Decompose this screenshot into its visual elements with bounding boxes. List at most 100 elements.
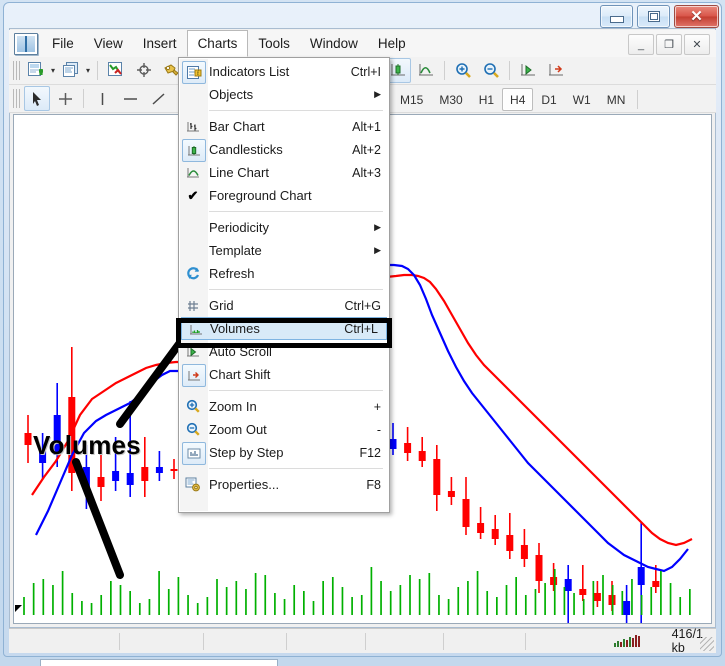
menu-item-label: Volumes [210,321,260,336]
menu-item-label: Step by Step [209,445,284,460]
menu-item-indicators-list[interactable]: f Indicators List Ctrl+I [179,60,389,84]
window-close-button[interactable]: ✕ [674,5,719,28]
profiles-icon[interactable] [59,58,85,83]
mdi-close-button[interactable]: ✕ [684,34,710,55]
metatrader-window: ✕ File View Insert Charts Tools Window H… [0,0,725,666]
profiles-dropdown-caret[interactable]: ▾ [86,66,90,75]
menu-item-label: Grid [209,298,234,313]
indicators-list-icon: f [182,61,206,84]
menu-item-zoom-out[interactable]: Zoom Out - [179,418,389,441]
line-chart-icon[interactable] [413,58,439,83]
menu-separator [209,211,383,212]
toolbar-grip[interactable] [13,61,20,80]
menu-item-accel: Alt+3 [352,165,381,180]
menu-tools[interactable]: Tools [248,30,300,57]
menu-separator [209,390,383,391]
crosshair-icon[interactable] [131,58,157,83]
window-minimize-button[interactable] [600,5,633,28]
menu-charts[interactable]: Charts [186,30,249,57]
bar-chart-icon [182,116,204,137]
status-cell-3 [204,632,287,650]
timeframe-h4[interactable]: H4 [502,88,534,111]
menu-window[interactable]: Window [300,30,368,57]
menu-item-label: Zoom Out [209,422,267,437]
menu-item-step-by-step[interactable]: Step by Step F12 [179,441,389,465]
menu-item-auto-scroll[interactable]: Auto Scroll [179,340,389,363]
menu-help[interactable]: Help [368,30,416,57]
status-cell-6 [444,632,526,650]
menu-item-template[interactable]: Template ▶ [179,239,389,262]
chart-shift-icon [182,364,206,387]
grid-icon [182,295,204,316]
line-chart-icon [182,162,204,183]
trendline-icon[interactable] [145,86,171,111]
menu-item-label: Objects [209,87,254,102]
status-bar: 416/1 kb [9,627,716,655]
menu-item-volumes[interactable]: Volumes Ctrl+L [181,317,387,340]
menu-item-accel: F8 [366,477,381,492]
zoom-in-icon[interactable] [450,58,476,83]
submenu-arrow-icon: ▶ [374,89,381,99]
new-chart-dropdown-caret[interactable]: ▾ [51,66,55,75]
annotation-label: Volumes [33,430,141,460]
maximize-icon [647,11,660,22]
refresh-icon [182,263,204,284]
chart-corner-marker [15,605,22,612]
menu-item-accel: F12 [359,445,381,460]
vertical-line-icon[interactable] [89,86,115,111]
menu-insert[interactable]: Insert [133,30,187,57]
mdi-restore-button[interactable]: ❐ [656,34,682,55]
menu-item-accel: - [376,422,381,437]
menu-item-bar-chart[interactable]: Bar Chart Alt+1 [179,115,389,138]
cursor-icon[interactable] [24,86,50,111]
timeframe-mn[interactable]: MN [599,88,634,111]
menu-item-grid[interactable]: Grid Ctrl+G [179,294,389,317]
toolbar-separator-5 [637,90,639,109]
new-chart-icon[interactable] [24,58,50,83]
toolbar-separator [97,61,99,80]
zoom-in-icon [182,396,204,417]
menu-item-label: Periodicity [209,220,269,235]
zoom-out-icon [182,419,204,440]
toolbar-separator-3 [509,61,511,80]
menu-item-periodicity[interactable]: Periodicity ▶ [179,216,389,239]
timeframe-d1[interactable]: D1 [533,88,564,111]
menu-item-accel: Alt+1 [352,119,381,134]
checkmark-icon: ✔ [187,187,199,203]
horizontal-line-icon[interactable] [117,86,143,111]
menu-item-accel: Ctrl+I [350,64,381,79]
menu-item-label: Properties... [209,477,280,492]
resize-grip-icon[interactable] [700,637,714,651]
mdi-minimize-button[interactable]: _ [628,34,654,55]
menu-item-accel: + [373,399,381,414]
auto-scroll-icon[interactable] [515,58,541,83]
timeframe-m30[interactable]: M30 [431,88,470,111]
menu-file[interactable]: File [42,30,84,57]
timeframe-h1[interactable]: H1 [471,88,502,111]
timeframe-m15[interactable]: M15 [392,88,431,111]
candlestick-icon [182,139,206,162]
taskbar-peek [40,659,278,666]
menu-item-accel: Ctrl+G [344,298,381,313]
title-bar: ✕ [0,0,725,30]
window-maximize-button[interactable] [637,5,670,28]
toolbar-grip-3[interactable] [13,89,20,108]
indicators-icon[interactable] [103,58,129,83]
window-controls: ✕ [600,5,719,28]
chart-shift-icon[interactable] [543,58,569,83]
menu-item-line-chart[interactable]: Line Chart Alt+3 [179,161,389,184]
menu-item-zoom-in[interactable]: Zoom In + [179,395,389,418]
menu-item-chart-shift[interactable]: Chart Shift [179,363,389,387]
menu-item-label: Refresh [209,266,255,281]
menu-item-foreground-chart[interactable]: ✔ Foreground Chart [179,184,389,207]
menu-item-properties[interactable]: Properties... F8 [179,473,389,496]
zoom-out-icon[interactable] [478,58,504,83]
menu-item-label: Indicators List [209,64,290,79]
menu-view[interactable]: View [84,30,133,57]
menu-item-label: Foreground Chart [209,188,312,203]
timeframe-w1[interactable]: W1 [565,88,599,111]
menu-item-refresh[interactable]: Refresh [179,262,389,285]
menu-item-candlesticks[interactable]: Candlesticks Alt+2 [179,138,389,162]
crosshair-tool-icon[interactable] [52,86,78,111]
menu-item-objects[interactable]: Objects ▶ [179,83,389,106]
